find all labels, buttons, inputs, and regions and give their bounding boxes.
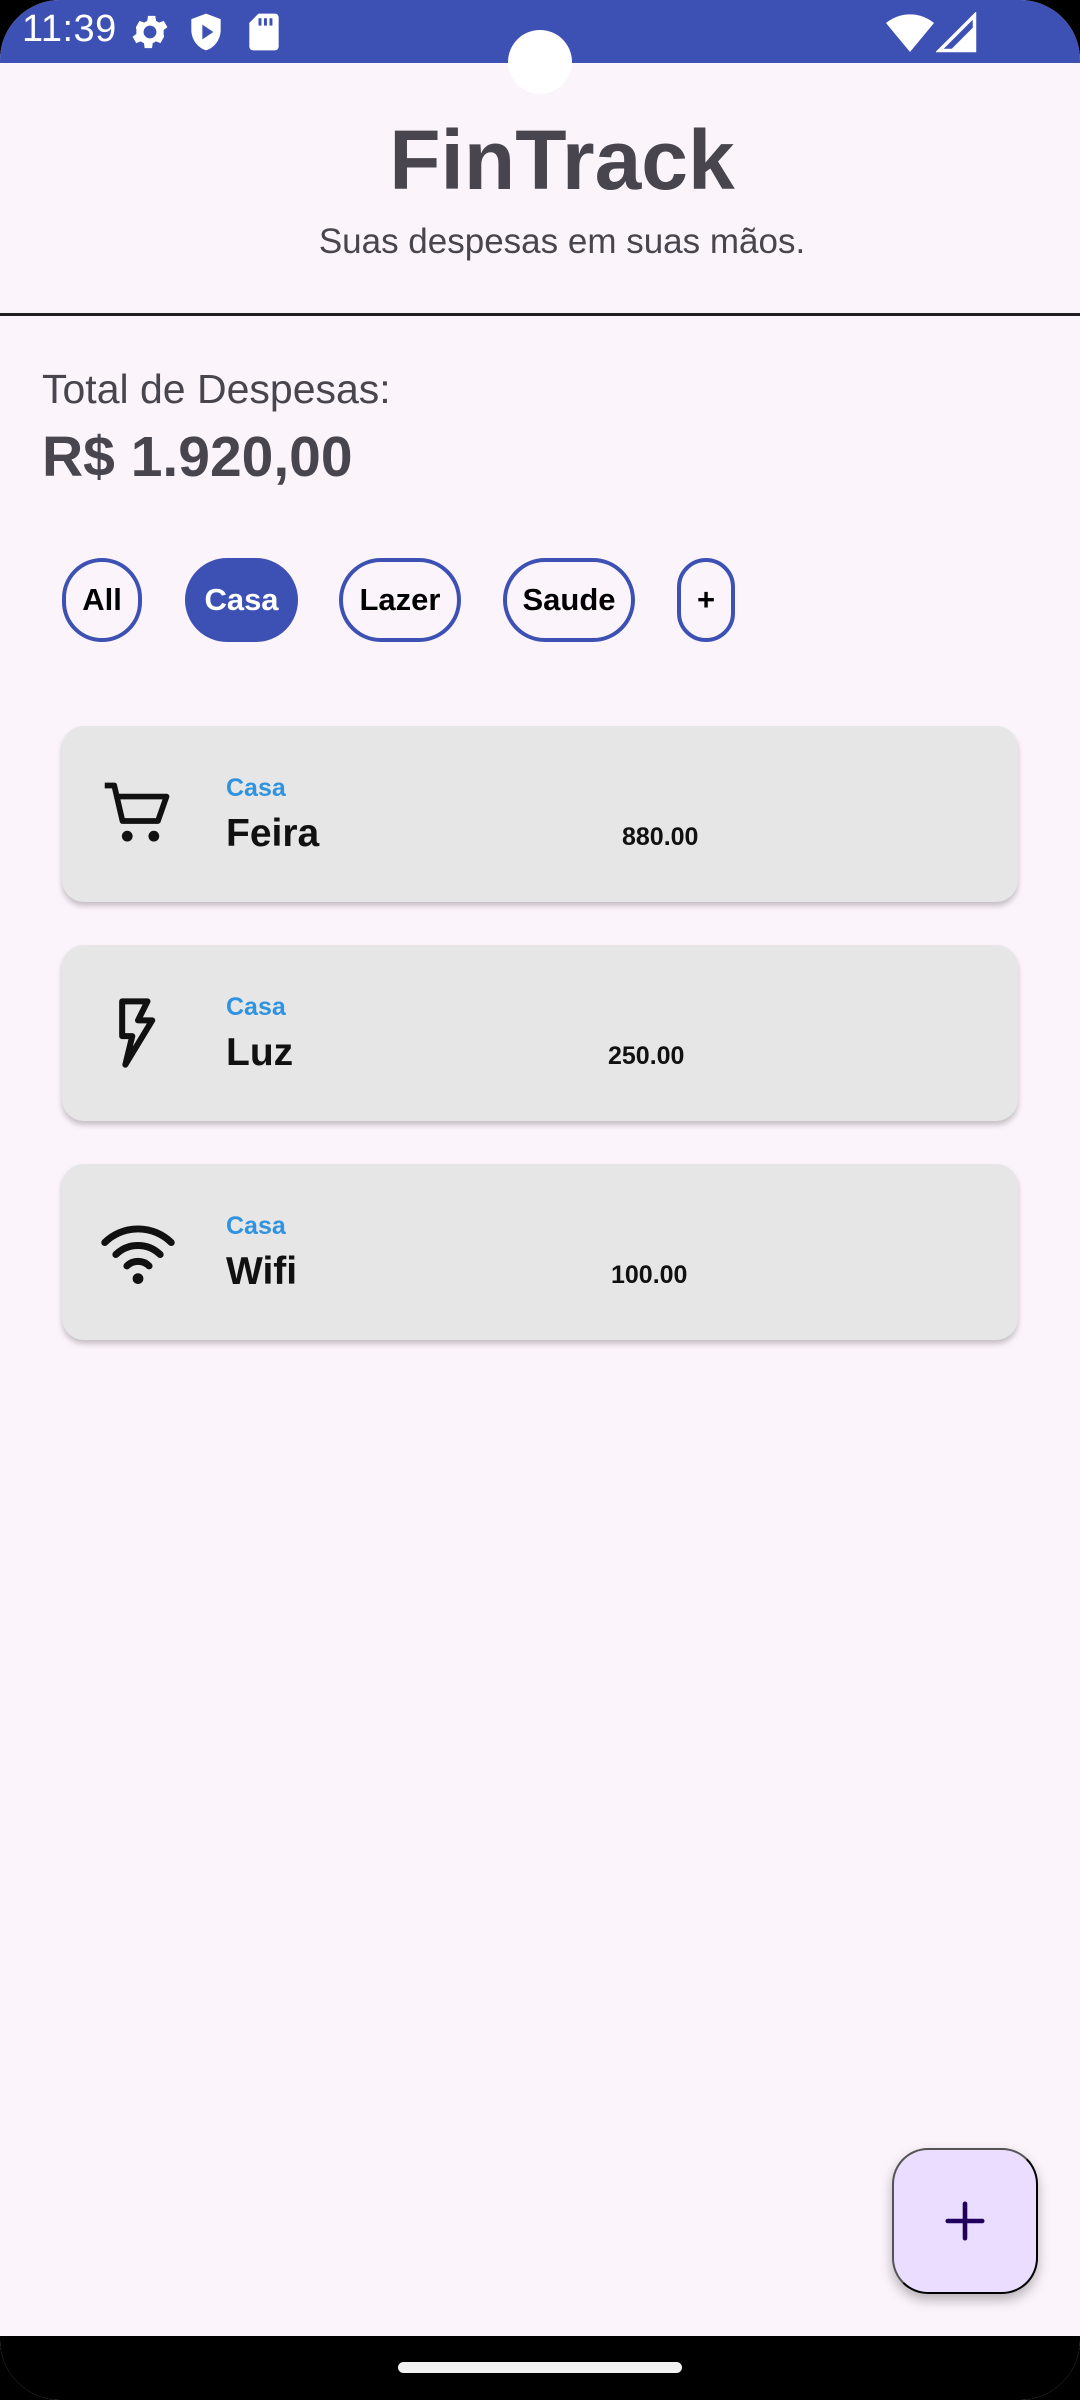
- chip-casa[interactable]: Casa: [185, 558, 298, 642]
- total-value: R$ 1.920,00: [42, 425, 353, 489]
- sd-card-icon: [249, 13, 279, 51]
- status-bar: 11:39: [0, 0, 1080, 94]
- add-category-chip[interactable]: +: [677, 558, 735, 642]
- add-expense-button[interactable]: [892, 2148, 1038, 2294]
- expense-amount: 100.00: [611, 1261, 688, 1289]
- total-label: Total de Despesas:: [42, 366, 391, 412]
- bolt-icon: [119, 998, 156, 1068]
- expense-name: Luz: [226, 1031, 294, 1074]
- app-subtitle: Suas despesas em suas mãos.: [318, 222, 806, 261]
- wifi-status-icon: [886, 14, 934, 53]
- cart-icon: [104, 782, 170, 842]
- status-time: 11:39: [22, 8, 117, 50]
- gear-icon: [132, 15, 168, 49]
- app-screen: 11:39 FinTrack Suas despesas em suas mão…: [0, 0, 1080, 2400]
- wifi-icon: [101, 1225, 175, 1284]
- expense-name: Feira: [226, 812, 320, 855]
- shield-play-icon: [191, 13, 221, 51]
- expense-name: Wifi: [226, 1250, 298, 1293]
- signal-icon: [936, 12, 977, 53]
- chip-all[interactable]: All: [62, 558, 142, 642]
- expense-card-luz[interactable]: Casa Luz 250.00: [62, 945, 1018, 1121]
- home-indicator[interactable]: [398, 2362, 682, 2373]
- plus-icon: [945, 2201, 985, 2241]
- expense-category: Casa: [226, 774, 286, 802]
- expense-card-wifi[interactable]: Casa Wifi 100.00: [62, 1164, 1018, 1340]
- expense-amount: 250.00: [608, 1042, 685, 1070]
- expense-category: Casa: [226, 1212, 286, 1240]
- expense-amount: 880.00: [622, 823, 699, 851]
- app-title: FinTrack: [389, 113, 735, 207]
- expense-card-feira[interactable]: Casa Feira 880.00: [62, 726, 1018, 902]
- chip-lazer[interactable]: Lazer: [339, 558, 461, 642]
- camera-cutout: [508, 30, 572, 94]
- expense-category: Casa: [226, 993, 286, 1021]
- chip-saude[interactable]: Saude: [503, 558, 635, 642]
- header-divider: [0, 313, 1080, 316]
